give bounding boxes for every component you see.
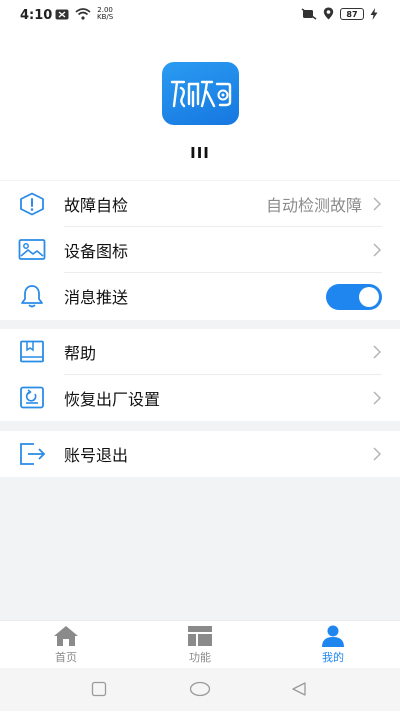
chevron-right-icon xyxy=(373,243,382,257)
grid-icon xyxy=(188,626,212,646)
status-bar: 4:10 2.00 KB/S 87 xyxy=(0,0,400,32)
recent-apps-icon[interactable] xyxy=(91,681,107,697)
chevron-right-icon xyxy=(373,345,382,359)
fault-self-check-row[interactable]: 故障自检 自动检测故障 xyxy=(0,181,400,227)
wifi-icon xyxy=(75,8,91,20)
app-logo-mark xyxy=(170,80,232,108)
location-icon xyxy=(323,7,334,20)
system-nav-bar xyxy=(0,668,400,711)
user-icon xyxy=(322,625,344,647)
logout-row[interactable]: 账号退出 xyxy=(0,431,400,477)
help-row[interactable]: 帮助 xyxy=(0,329,400,375)
app-logo xyxy=(162,62,239,125)
tab-functions-label: 功能 xyxy=(189,651,211,664)
status-right-icons: 87 xyxy=(301,7,378,20)
net-speed-unit: KB/S xyxy=(97,13,114,21)
mute-icon xyxy=(301,7,317,20)
tab-home[interactable]: 首页 xyxy=(31,625,101,667)
book-icon xyxy=(20,340,44,363)
fault-self-check-label: 故障自检 xyxy=(64,196,129,215)
status-left-icons: 2.00 KB/S xyxy=(55,7,113,21)
message-push-toggle[interactable] xyxy=(326,284,382,310)
net-speed: 2.00 KB/S xyxy=(97,7,113,21)
bottom-tab-bar: 首页 功能 我的 xyxy=(0,620,400,668)
battery-indicator: 87 xyxy=(340,7,364,20)
bell-icon xyxy=(21,285,43,308)
factory-reset-label: 恢复出厂设置 xyxy=(64,390,161,409)
screen: 4:10 2.00 KB/S 87 III 故障自检 自动检测故障 设备图标 消… xyxy=(0,0,400,711)
chevron-right-icon xyxy=(373,447,382,461)
toggle-knob xyxy=(359,287,379,307)
device-icon-row[interactable]: 设备图标 xyxy=(0,227,400,273)
chevron-right-icon xyxy=(373,197,382,211)
notification-icon xyxy=(55,9,69,19)
tab-home-label: 首页 xyxy=(55,651,77,664)
device-name: III xyxy=(190,144,210,162)
home-icon xyxy=(54,626,78,646)
settings-group-3: 账号退出 xyxy=(0,431,400,477)
tab-mine[interactable]: 我的 xyxy=(298,625,368,667)
help-label: 帮助 xyxy=(64,344,97,363)
message-push-row: 消息推送 xyxy=(0,273,400,319)
tab-functions[interactable]: 功能 xyxy=(165,625,235,667)
device-icon-label: 设备图标 xyxy=(64,242,129,261)
settings-group-2: 帮助 恢复出厂设置 xyxy=(0,329,400,421)
settings-group-1: 故障自检 自动检测故障 设备图标 消息推送 xyxy=(0,181,400,320)
charging-icon xyxy=(370,7,378,20)
home-nav-icon[interactable] xyxy=(189,681,211,697)
chevron-right-icon xyxy=(373,391,382,405)
logout-label: 账号退出 xyxy=(64,446,129,465)
restore-icon xyxy=(20,386,44,409)
profile-header: III xyxy=(0,32,400,180)
message-push-label: 消息推送 xyxy=(64,288,129,307)
logout-icon xyxy=(20,443,46,465)
factory-reset-row[interactable]: 恢复出厂设置 xyxy=(0,375,400,421)
image-icon xyxy=(18,239,46,260)
shield-alert-icon xyxy=(20,192,44,216)
tab-mine-label: 我的 xyxy=(322,651,344,664)
fault-self-check-value: 自动检测故障 xyxy=(265,196,362,215)
back-nav-icon[interactable] xyxy=(291,681,307,697)
status-time: 4:10 xyxy=(20,8,53,23)
